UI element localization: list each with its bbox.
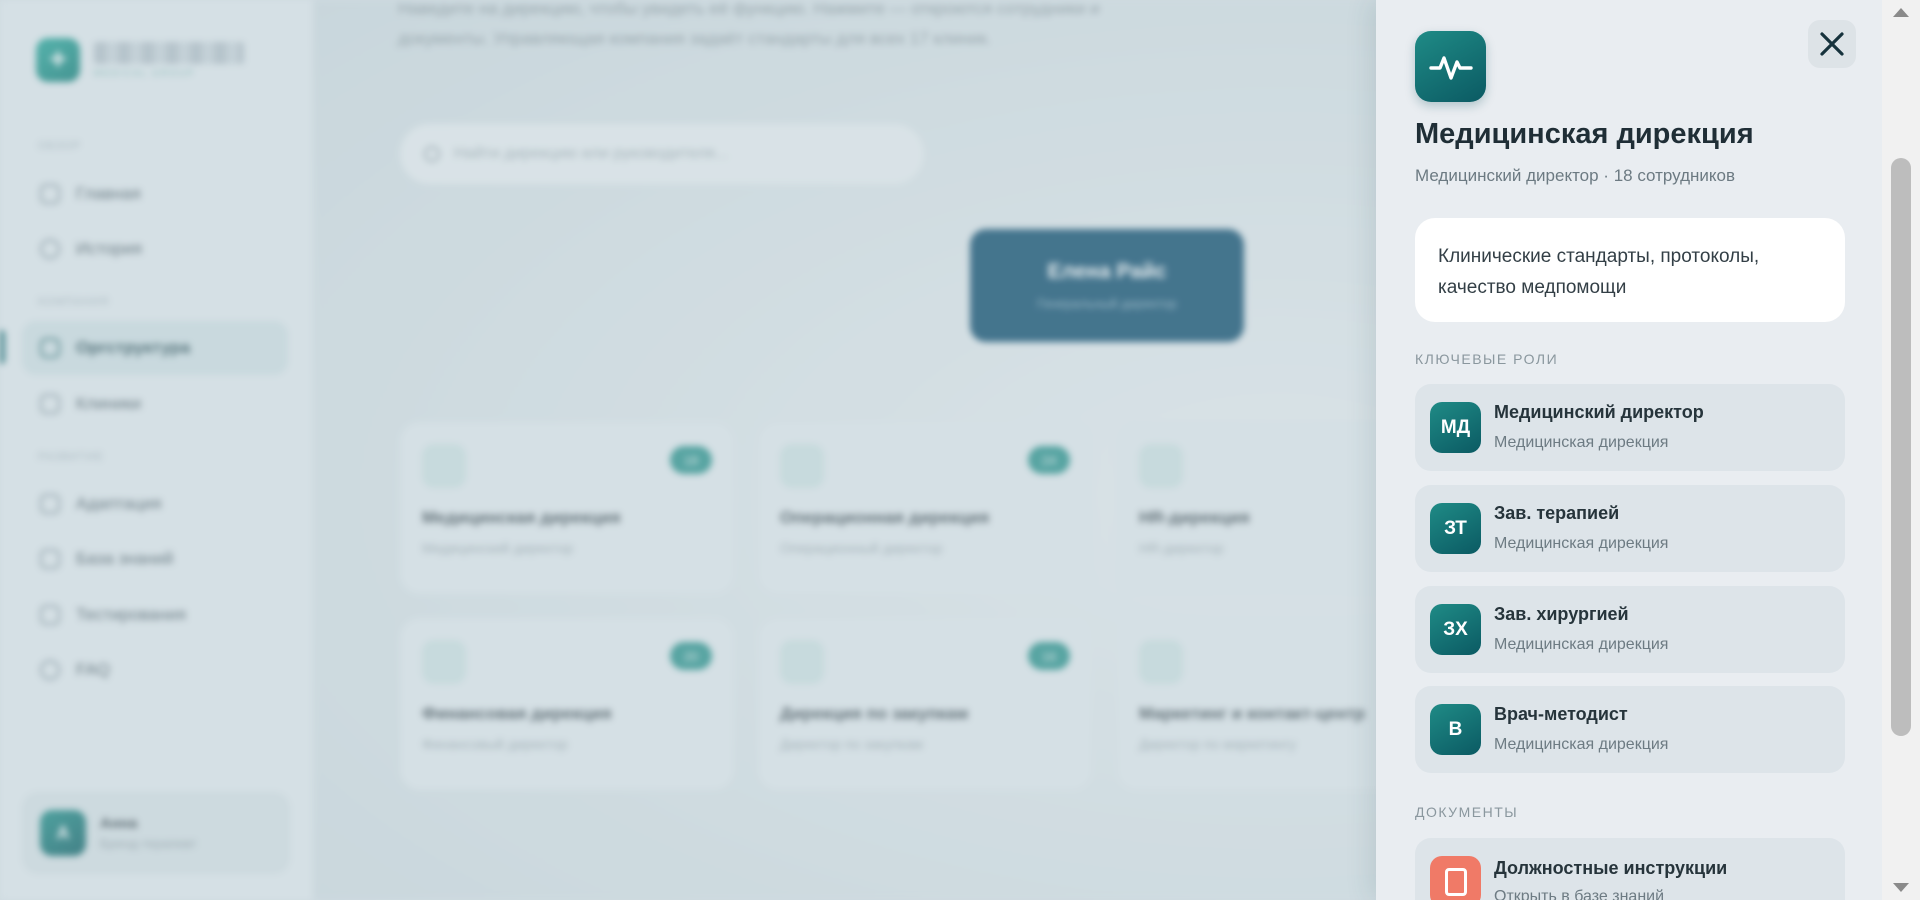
description-card: Клинические стандарты, протоколы, качест… [1415,218,1845,322]
role-title: Зав. терапией [1494,503,1620,523]
role-title: Зав. хирургией [1494,604,1629,624]
document-subtitle: Открыть в базе знаний [1494,888,1665,900]
close-button[interactable] [1808,20,1856,68]
scroll-down-arrow-icon[interactable] [1893,883,1909,892]
role-avatar: ЗХ [1430,604,1481,655]
role-title: Врач-методист [1494,704,1628,724]
close-icon [1820,32,1844,56]
roles-section-label: КЛЮЧЕВЫЕ РОЛИ [1415,351,1559,367]
role-avatar: В [1430,704,1481,755]
role-subtitle: Медицинская дирекция [1494,535,1669,552]
role-subtitle: Медицинская дирекция [1494,736,1669,753]
document-icon [1430,856,1481,900]
modal-overlay[interactable] [0,0,1376,900]
drawer-title: Медицинская дирекция [1415,118,1754,150]
documents-section-label: ДОКУМЕНТЫ [1415,804,1519,820]
role-avatar: МД [1430,402,1481,453]
scroll-up-arrow-icon[interactable] [1893,8,1909,17]
scrollbar[interactable] [1882,0,1920,900]
role-subtitle: Медицинская дирекция [1494,434,1669,451]
role-subtitle: Медицинская дирекция [1494,636,1669,653]
pulse-icon [1415,31,1486,102]
role-card[interactable]: ЗТ Зав. терапией Медицинская дирекция [1415,485,1845,572]
role-card[interactable]: В Врач-методист Медицинская дирекция [1415,686,1845,773]
role-title: Медицинский директор [1494,402,1704,422]
role-avatar: ЗТ [1430,503,1481,554]
scrollbar-thumb[interactable] [1891,158,1911,736]
document-card[interactable]: Должностные инструкции Открыть в базе зн… [1415,838,1845,900]
drawer-meta: Медицинский директор · 18 сотрудников [1415,166,1735,185]
role-card[interactable]: МД Медицинский директор Медицинская дире… [1415,384,1845,471]
role-card[interactable]: ЗХ Зав. хирургией Медицинская дирекция [1415,586,1845,673]
directorate-drawer: Медицинская дирекция Медицинский директо… [1376,0,1882,900]
document-title: Должностные инструкции [1494,858,1728,878]
description-text: Клинические стандарты, протоколы, качест… [1438,246,1760,298]
